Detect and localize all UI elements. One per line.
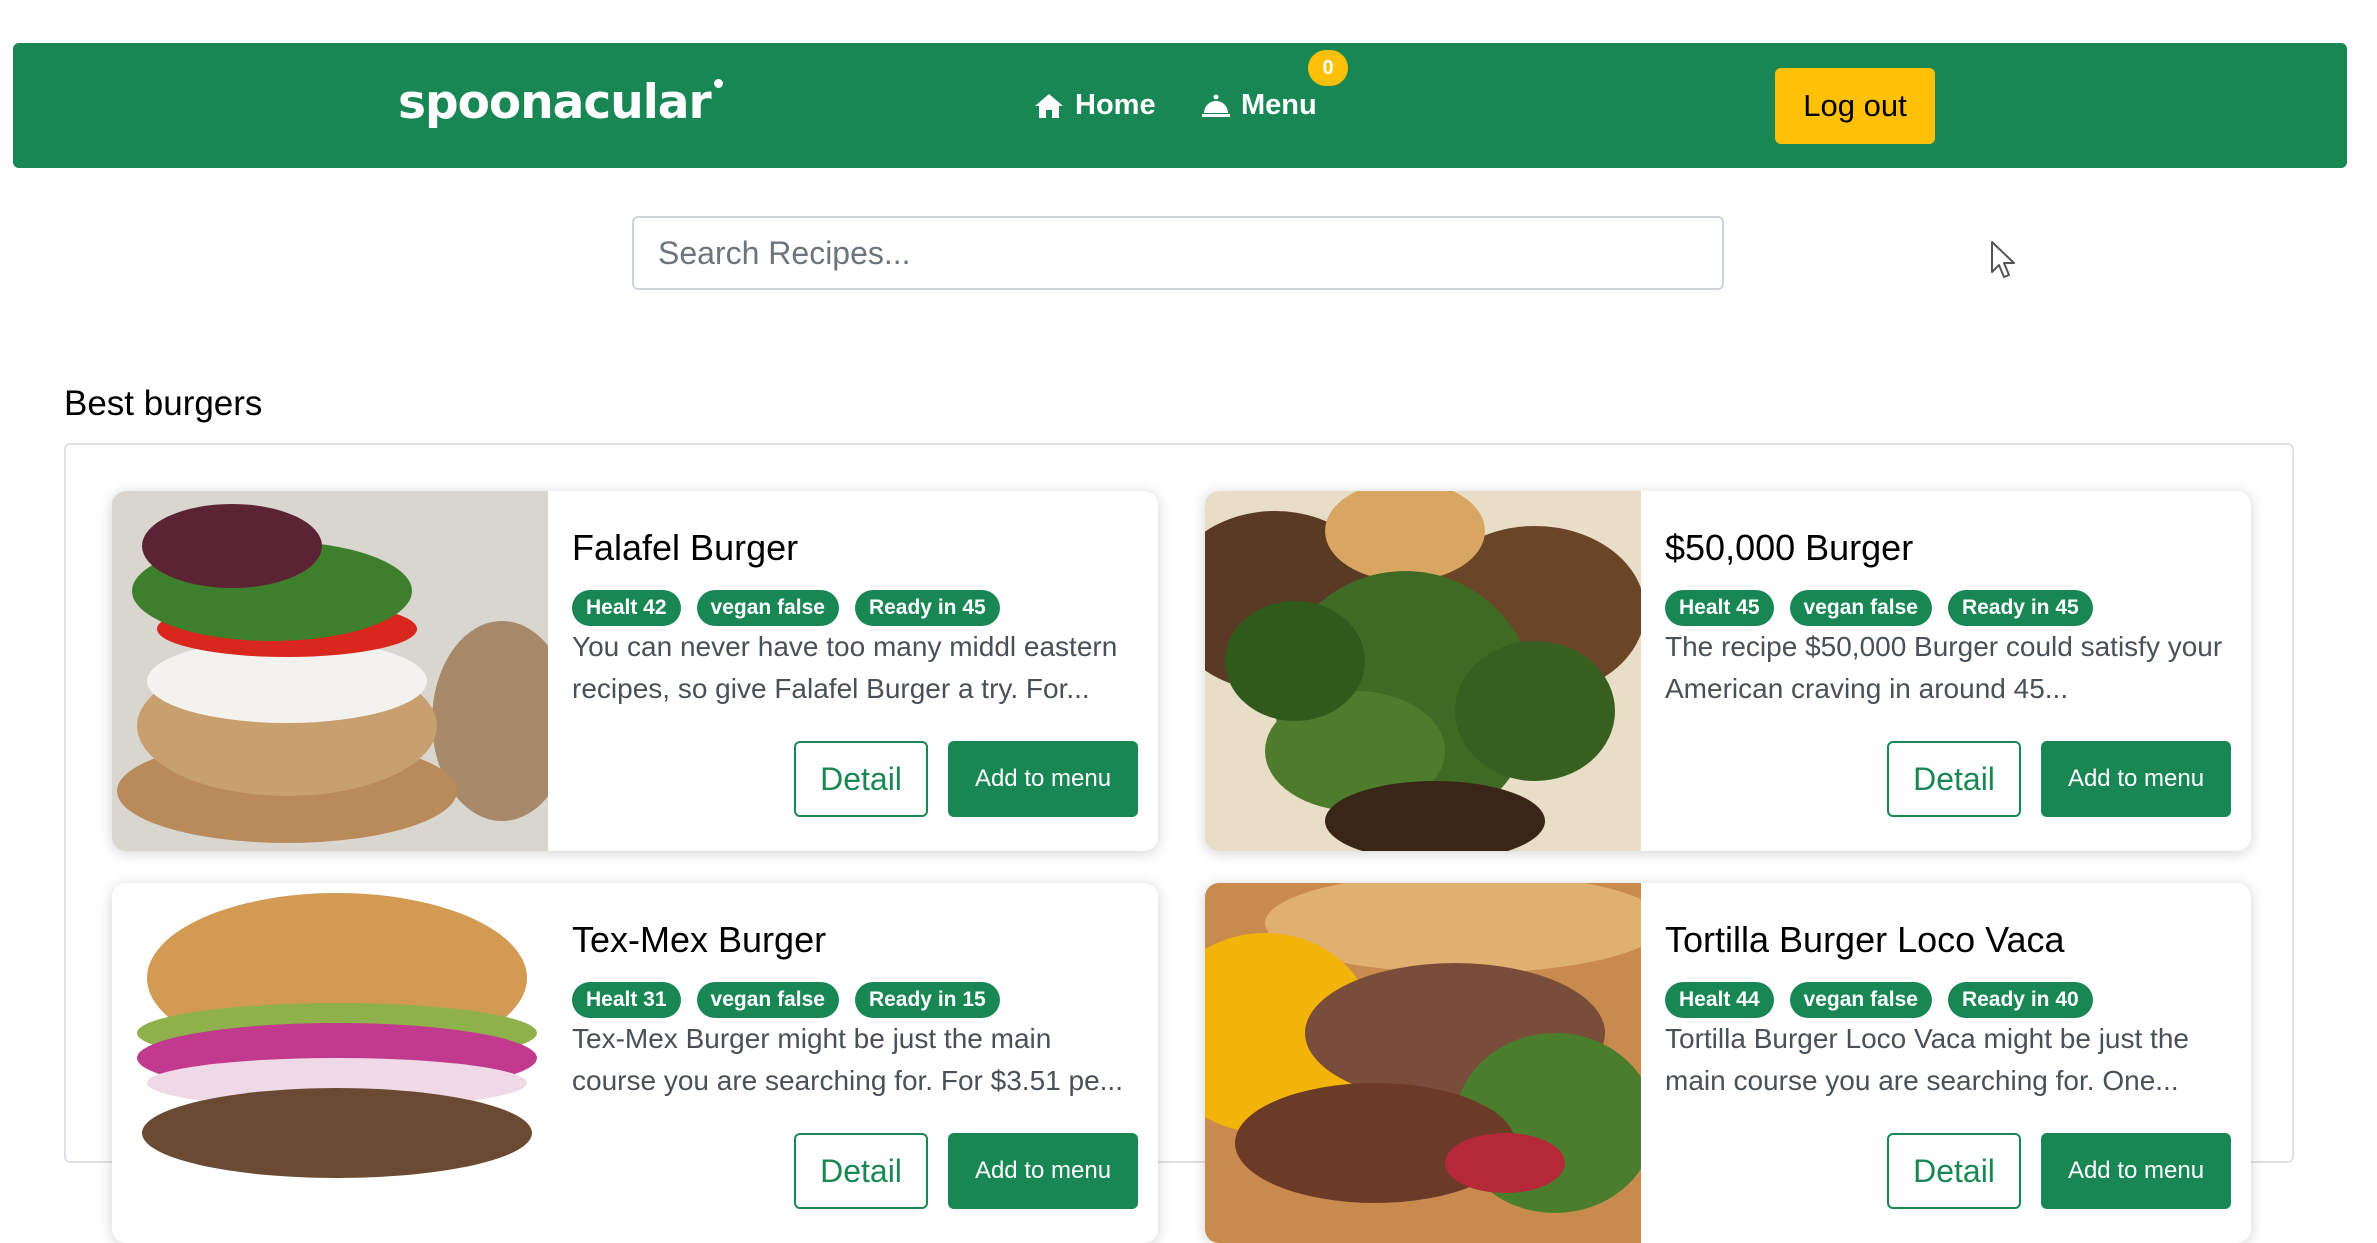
brand-name: spoonacular xyxy=(398,75,712,130)
health-badge: Healt 44 xyxy=(1665,982,1774,1018)
detail-button[interactable]: Detail xyxy=(1887,1133,2021,1209)
recipe-card: Falafel Burger Healt 42 vegan false Read… xyxy=(112,491,1158,851)
ready-badge: Ready in 45 xyxy=(1947,590,2093,626)
recipe-description: Tortilla Burger Loco Vaca might be just … xyxy=(1665,1023,2189,1096)
recipe-tags: Healt 44 vegan false Ready in 40 xyxy=(1665,982,2093,1018)
detail-button[interactable]: Detail xyxy=(794,1133,928,1209)
logout-button[interactable]: Log out xyxy=(1775,68,1935,144)
ready-badge: Ready in 45 xyxy=(854,590,1000,626)
health-badge: Healt 31 xyxy=(572,982,681,1018)
recipe-image xyxy=(1205,491,1641,851)
nav-home-label: Home xyxy=(1075,89,1156,121)
brand-logo[interactable]: spoonacular xyxy=(398,75,723,130)
recipe-card: $50,000 Burger Healt 45 vegan false Read… xyxy=(1205,491,2251,851)
add-to-menu-button[interactable]: Add to menu xyxy=(948,741,1138,817)
bell-icon xyxy=(1202,94,1230,117)
brand-dot xyxy=(713,79,723,88)
health-badge: Healt 42 xyxy=(572,590,681,626)
recipe-title: Falafel Burger xyxy=(572,527,799,568)
nav-menu-link[interactable]: Menu xyxy=(1201,89,1317,122)
section-title: Best burgers xyxy=(64,384,263,423)
home-icon xyxy=(1035,93,1063,118)
ready-badge: Ready in 15 xyxy=(854,982,1000,1018)
detail-button[interactable]: Detail xyxy=(1887,741,2021,817)
recipe-description: You can never have too many middl easter… xyxy=(572,631,1118,704)
recipe-tags: Healt 31 vegan false Ready in 15 xyxy=(572,982,1000,1018)
vegan-badge: vegan false xyxy=(1789,982,1932,1018)
nav-home-link[interactable]: Home xyxy=(1033,89,1156,122)
ready-badge: Ready in 40 xyxy=(1947,982,2093,1018)
recipe-title: $50,000 Burger xyxy=(1665,527,1914,568)
recipe-tags: Healt 42 vegan false Ready in 45 xyxy=(572,590,1000,626)
recipe-description: The recipe $50,000 Burger could satisfy … xyxy=(1665,631,2223,704)
search-input[interactable] xyxy=(632,216,1724,290)
recipe-title: Tortilla Burger Loco Vaca xyxy=(1665,919,2065,960)
vegan-badge: vegan false xyxy=(696,590,839,626)
recipe-card: Tex-Mex Burger Healt 31 vegan false Read… xyxy=(112,883,1158,1243)
recipe-title: Tex-Mex Burger xyxy=(572,919,827,960)
menu-count-badge: 0 xyxy=(1308,50,1348,86)
navbar: spoonacular Home Menu 0 Log out xyxy=(13,43,2347,168)
nav-menu-label: Menu xyxy=(1241,89,1317,121)
recipe-image xyxy=(112,491,548,851)
health-badge: Healt 45 xyxy=(1665,590,1774,626)
add-to-menu-button[interactable]: Add to menu xyxy=(2041,1133,2231,1209)
recipe-image xyxy=(1205,883,1641,1243)
recipe-card: Tortilla Burger Loco Vaca Healt 44 vegan… xyxy=(1205,883,2251,1243)
mouse-cursor-icon xyxy=(1991,241,2015,278)
recipe-description: Tex-Mex Burger might be just the main co… xyxy=(572,1023,1123,1096)
vegan-badge: vegan false xyxy=(696,982,839,1018)
recipe-image xyxy=(112,883,548,1243)
recipe-tags: Healt 45 vegan false Ready in 45 xyxy=(1665,590,2093,626)
add-to-menu-button[interactable]: Add to menu xyxy=(2041,741,2231,817)
add-to-menu-button[interactable]: Add to menu xyxy=(948,1133,1138,1209)
detail-button[interactable]: Detail xyxy=(794,741,928,817)
vegan-badge: vegan false xyxy=(1789,590,1932,626)
